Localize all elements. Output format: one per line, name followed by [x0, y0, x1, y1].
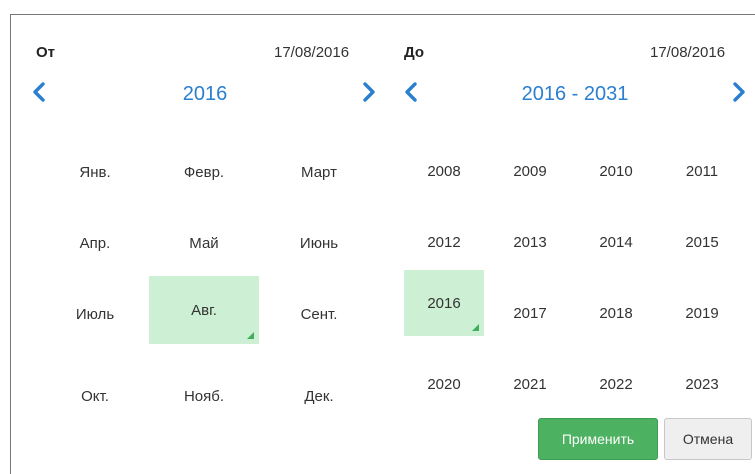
- month-cell[interactable]: Апр.: [40, 209, 150, 277]
- apply-button[interactable]: Применить: [538, 418, 658, 460]
- month-cell[interactable]: Дек.: [264, 362, 374, 430]
- to-date: 17/08/2016: [650, 44, 726, 61]
- selected-corner-marker: [472, 324, 479, 331]
- year-cell[interactable]: 2011: [662, 138, 742, 204]
- year-cell[interactable]: 2010: [576, 138, 656, 204]
- to-prev-button[interactable]: [400, 80, 424, 104]
- month-cell[interactable]: Июль: [40, 280, 150, 348]
- year-cell[interactable]: 2022: [576, 351, 656, 417]
- from-next-button[interactable]: [356, 80, 380, 104]
- from-label: От: [36, 44, 56, 61]
- year-cell[interactable]: 2008: [404, 138, 484, 204]
- month-cell[interactable]: Февр.: [149, 138, 259, 206]
- year-cell[interactable]: 2017: [490, 280, 570, 346]
- to-decade-title[interactable]: 2016 - 2031: [500, 83, 650, 106]
- from-date: 17/08/2016: [274, 44, 350, 61]
- month-cell-selected[interactable]: Авг.: [149, 276, 259, 344]
- month-cell[interactable]: Июнь: [264, 209, 374, 277]
- year-cell-selected[interactable]: 2016: [404, 270, 484, 336]
- month-label: Авг.: [191, 301, 217, 319]
- year-cell[interactable]: 2018: [576, 280, 656, 346]
- to-next-button[interactable]: [726, 80, 750, 104]
- month-cell[interactable]: Сент.: [264, 280, 374, 348]
- from-prev-button[interactable]: [28, 80, 52, 104]
- from-year-title[interactable]: 2016: [150, 83, 260, 106]
- year-cell[interactable]: 2021: [490, 351, 570, 417]
- cancel-button[interactable]: Отмена: [664, 418, 752, 460]
- month-cell[interactable]: Янв.: [40, 138, 150, 206]
- selected-corner-marker: [247, 332, 254, 339]
- year-label: 2016: [427, 294, 461, 312]
- month-cell[interactable]: Окт.: [40, 362, 150, 430]
- year-cell[interactable]: 2013: [490, 209, 570, 275]
- year-cell[interactable]: 2009: [490, 138, 570, 204]
- year-cell[interactable]: 2020: [404, 351, 484, 417]
- chevron-left-icon: [33, 82, 45, 102]
- month-cell[interactable]: Май: [149, 209, 259, 277]
- year-cell[interactable]: 2015: [662, 209, 742, 275]
- month-cell[interactable]: Нояб.: [149, 362, 259, 430]
- chevron-left-icon: [405, 82, 417, 102]
- year-cell[interactable]: 2012: [404, 209, 484, 275]
- year-cell[interactable]: 2023: [662, 351, 742, 417]
- chevron-right-icon: [733, 82, 745, 102]
- month-cell[interactable]: Март: [264, 138, 374, 206]
- year-cell[interactable]: 2019: [662, 280, 742, 346]
- year-cell[interactable]: 2014: [576, 209, 656, 275]
- to-label: До: [404, 44, 425, 61]
- chevron-right-icon: [363, 82, 375, 102]
